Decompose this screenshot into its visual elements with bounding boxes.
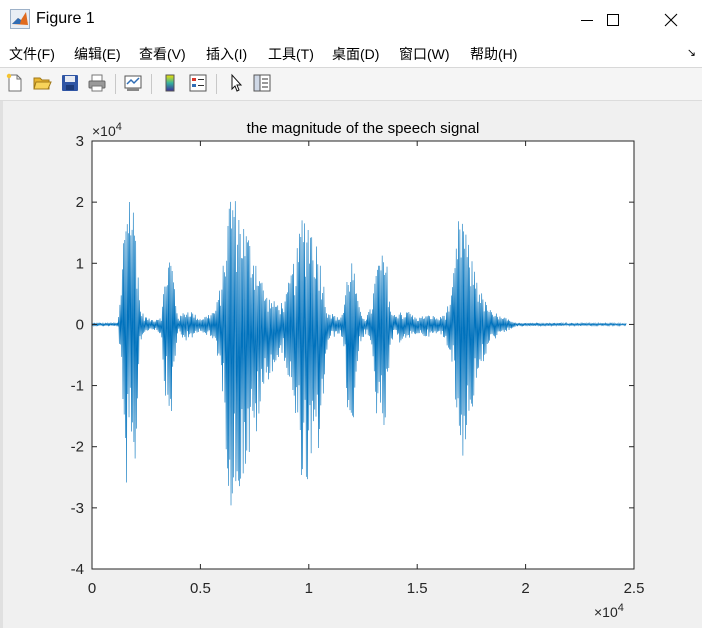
x-exponent-base: ×10 [594,604,618,620]
figure-canvas[interactable]: 0 0.5 1 1.5 2 2.5 -4 -3 -2 -1 0 1 2 3 the magnitude o… [0,0,702,628]
x-exponent-power: 4 [618,602,624,614]
x-tick-label: 2 [521,580,529,597]
x-exponent-label: ×104 [594,602,624,620]
y-exponent-label: ×104 [92,121,122,139]
y-tick-label: 2 [76,194,84,211]
y-tick-label: -1 [71,378,84,395]
y-tick-label: 0 [76,316,84,333]
x-tick-label: 0.5 [190,580,211,597]
x-tick-label: 1 [305,580,313,597]
y-tick-label: -3 [71,500,84,517]
y-exponent-power: 4 [116,121,122,133]
y-tick-label: -4 [71,561,84,578]
axes-background [92,141,634,569]
y-tick-label: -2 [71,439,84,456]
x-tick-label: 2.5 [624,580,645,597]
y-tick-label: 1 [76,255,84,272]
x-tick-label: 0 [88,580,96,597]
y-exponent-base: ×10 [92,123,116,139]
x-tick-label: 1.5 [407,580,428,597]
y-tick-label: 3 [76,133,84,150]
chart-title: the magnitude of the speech signal [247,120,480,137]
